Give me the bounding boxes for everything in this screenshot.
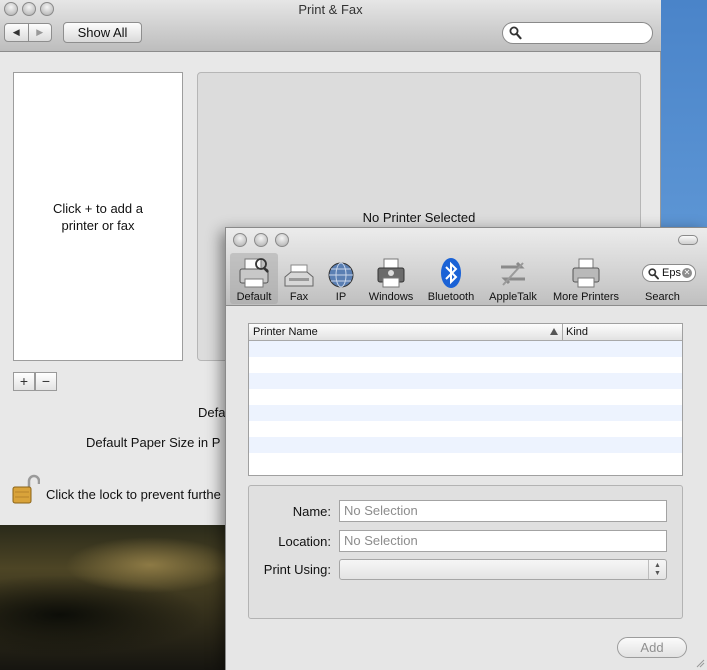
printer-list-hint-text: Click + to add a printer or fax bbox=[53, 201, 143, 233]
close-button[interactable] bbox=[233, 233, 247, 247]
sort-ascending-icon bbox=[550, 328, 558, 335]
default-paper-size-label: Default Paper Size in P bbox=[86, 435, 221, 450]
printer-list[interactable]: Click + to add a printer or fax bbox=[13, 72, 183, 361]
toolbar-default-label: Default bbox=[236, 291, 272, 303]
toolbar-appletalk-label: AppleTalk bbox=[489, 291, 537, 303]
window-title: Print & Fax bbox=[298, 2, 363, 17]
print-using-select[interactable]: ▲ ▼ bbox=[339, 559, 667, 580]
printer-list-hint: Click + to add a printer or fax bbox=[14, 200, 182, 234]
table-row bbox=[249, 341, 682, 357]
table-header: Printer Name Kind bbox=[249, 324, 682, 341]
column-kind-label: Kind bbox=[566, 326, 589, 338]
default-printer-icon bbox=[239, 258, 269, 288]
printer-search-field[interactable]: Eps ✕ bbox=[642, 264, 696, 282]
printer-search-value: Eps bbox=[662, 267, 681, 279]
column-kind[interactable]: Kind bbox=[563, 324, 682, 340]
toolbar-fax[interactable]: Fax bbox=[282, 255, 316, 303]
lock-icon[interactable] bbox=[12, 474, 40, 506]
location-field[interactable]: No Selection bbox=[339, 530, 667, 552]
toolbar-windows[interactable]: Windows bbox=[365, 255, 417, 303]
table-row bbox=[249, 421, 682, 437]
more-printers-icon bbox=[572, 258, 600, 288]
location-label: Location: bbox=[278, 534, 331, 549]
search-icon bbox=[509, 26, 522, 40]
no-printer-selected-text: No Printer Selected bbox=[362, 210, 476, 225]
column-printer-name-label: Printer Name bbox=[253, 326, 318, 338]
toolbar-more-printers-label: More Printers bbox=[552, 291, 620, 303]
clear-search-icon[interactable]: ✕ bbox=[682, 268, 692, 278]
zoom-button[interactable] bbox=[275, 233, 289, 247]
lock-message: Click the lock to prevent furthe bbox=[46, 487, 221, 502]
minimize-button[interactable] bbox=[254, 233, 268, 247]
search-label: Search bbox=[645, 291, 680, 303]
back-forward-control: ◀ ▶ bbox=[4, 23, 52, 42]
windows-printer-icon bbox=[377, 258, 405, 288]
printer-info-box: Name: No Selection Location: No Selectio… bbox=[248, 485, 683, 619]
fax-icon bbox=[284, 264, 314, 287]
toolbar-bluetooth-label: Bluetooth bbox=[427, 291, 475, 303]
table-row bbox=[249, 357, 682, 373]
name-field[interactable]: No Selection bbox=[339, 500, 667, 522]
title-bar: Print & Fax ◀ ▶ Show All bbox=[0, 0, 661, 52]
toolbar-ip[interactable]: IP bbox=[326, 255, 356, 303]
toolbar-fax-label: Fax bbox=[289, 291, 309, 303]
toolbar-appletalk[interactable]: AppleTalk bbox=[484, 255, 542, 303]
bluetooth-icon bbox=[441, 258, 461, 288]
table-row bbox=[249, 437, 682, 453]
toolbar-windows-label: Windows bbox=[368, 291, 414, 303]
toolbar-bluetooth[interactable]: Bluetooth bbox=[423, 255, 479, 303]
remove-printer-button[interactable]: − bbox=[35, 372, 57, 391]
table-row bbox=[249, 389, 682, 405]
toolbar-more-printers[interactable]: More Printers bbox=[548, 255, 624, 303]
table-row bbox=[249, 373, 682, 389]
back-button[interactable]: ◀ bbox=[5, 24, 28, 41]
show-all-button[interactable]: Show All bbox=[63, 22, 142, 43]
search-input[interactable] bbox=[502, 22, 653, 44]
table-row bbox=[249, 453, 682, 469]
globe-icon bbox=[328, 262, 354, 288]
printer-table[interactable]: Printer Name Kind bbox=[248, 323, 683, 476]
name-label: Name: bbox=[292, 504, 331, 519]
forward-button[interactable]: ▶ bbox=[27, 24, 52, 41]
toolbar-ip-label: IP bbox=[335, 291, 347, 303]
add-printer-window: Default Fax IP Windows Bluetooth AppleTa… bbox=[225, 227, 707, 670]
add-printer-toolbar: Default Fax IP Windows Bluetooth AppleTa… bbox=[226, 228, 707, 306]
column-printer-name[interactable]: Printer Name bbox=[249, 324, 563, 340]
toolbar-toggle-button[interactable] bbox=[678, 235, 698, 245]
desktop-wallpaper-field bbox=[0, 525, 240, 670]
table-body bbox=[249, 341, 682, 469]
resize-grip-icon[interactable] bbox=[695, 658, 705, 668]
search-icon bbox=[648, 268, 659, 280]
default-printer-label: Defa bbox=[198, 405, 226, 420]
print-using-label: Print Using: bbox=[263, 562, 331, 577]
appletalk-icon bbox=[501, 261, 525, 286]
add-printer-button[interactable]: + bbox=[13, 372, 35, 391]
select-stepper-icon: ▲ ▼ bbox=[648, 560, 666, 579]
table-row bbox=[249, 405, 682, 421]
toolbar-default[interactable]: Default bbox=[230, 255, 278, 303]
add-button[interactable]: Add bbox=[617, 637, 687, 658]
